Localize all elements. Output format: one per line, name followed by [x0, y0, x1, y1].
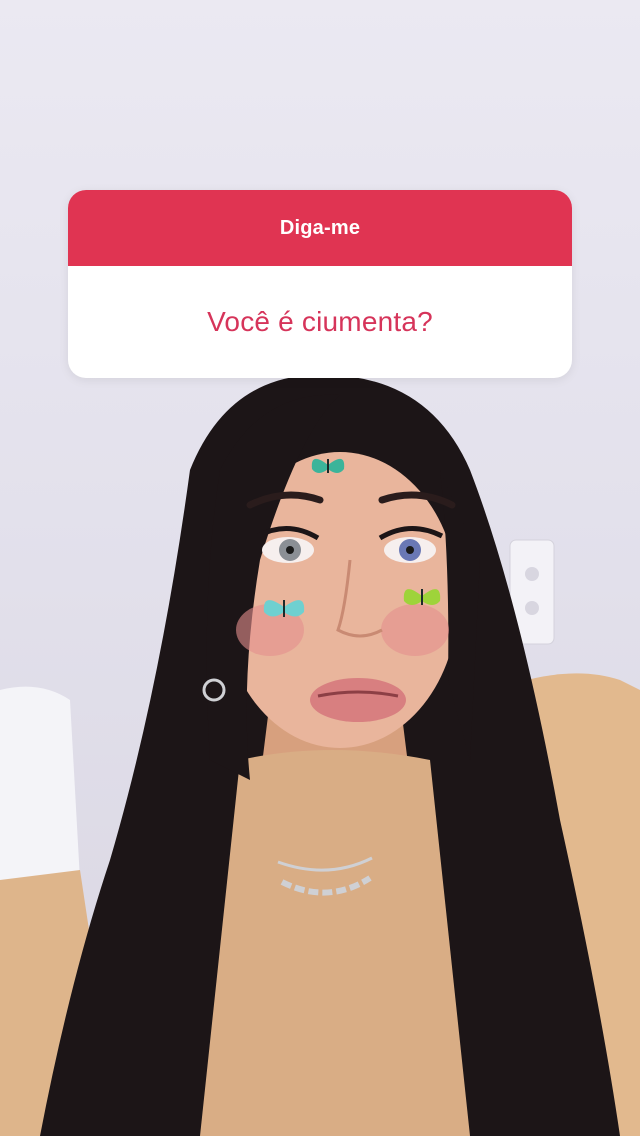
lips	[310, 678, 406, 722]
butterfly-icon	[263, 600, 305, 617]
story-photo-background	[0, 0, 640, 1136]
selfie-illustration	[0, 374, 640, 1136]
question-sticker-header-label: Diga-me	[279, 216, 361, 239]
question-text: Você é ciumenta?	[207, 306, 433, 337]
pillow	[0, 686, 80, 900]
question-sticker-header: Diga-me	[68, 190, 572, 266]
butterfly-icon	[403, 589, 441, 605]
question-sticker-body: Você é ciumenta?	[68, 266, 572, 378]
question-sticker[interactable]: Diga-me Você é ciumenta?	[68, 190, 572, 378]
butterfly-icon	[311, 458, 345, 473]
top	[200, 750, 470, 1136]
